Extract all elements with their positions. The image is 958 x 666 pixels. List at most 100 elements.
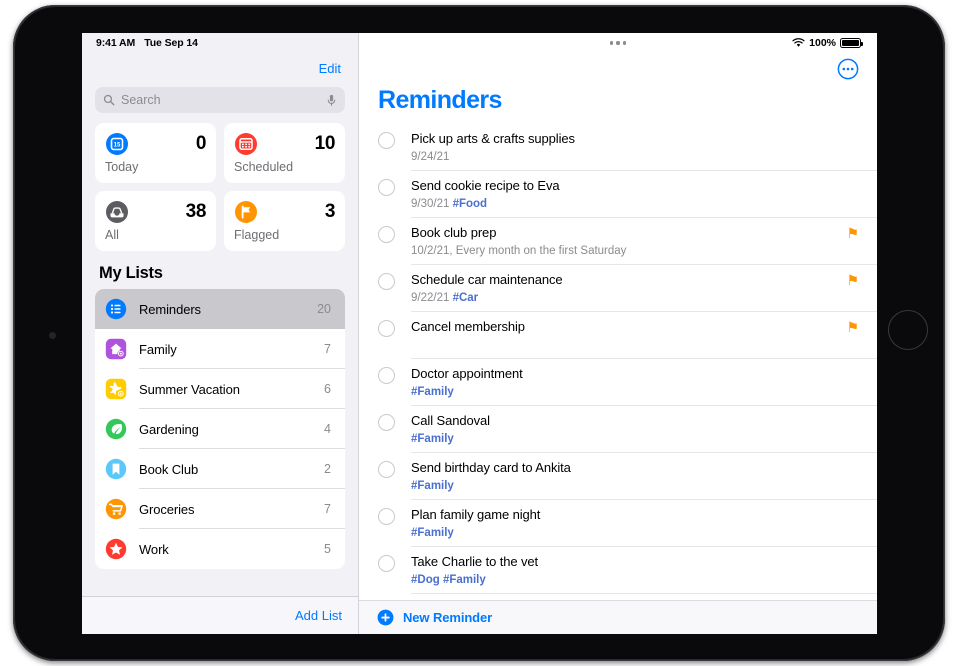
status-bar-left: 9:41 AM Tue Sep 14 <box>82 33 358 53</box>
sidebar-item-label: Work <box>139 541 169 557</box>
empty-circle-icon[interactable] <box>378 555 395 572</box>
sidebar-item-groceries[interactable]: Groceries 7 <box>95 489 345 529</box>
reminder-tags[interactable]: #Family <box>411 480 454 492</box>
main-pane: 100% Reminders Pick up arts & crafts sup… <box>359 33 877 634</box>
microphone-icon[interactable] <box>326 94 337 107</box>
front-camera <box>49 332 56 339</box>
svg-text:15: 15 <box>114 142 121 148</box>
smart-list-label: All <box>105 228 119 242</box>
empty-circle-icon[interactable] <box>378 414 395 431</box>
reminder-item[interactable]: Book club prep 10/2/21, Every month on t… <box>359 218 877 265</box>
sidebar-item-label: Family <box>139 341 177 357</box>
main-toolbar <box>359 53 877 85</box>
sidebar-item-label: Reminders <box>139 301 201 317</box>
reminder-date: 9/30/21 <box>411 198 453 210</box>
reminder-title: Cancel membership <box>411 319 525 334</box>
reminder-subtitle: #Family <box>411 526 859 540</box>
smart-list-today[interactable]: 15 0 Today <box>95 123 216 183</box>
reminder-item[interactable]: Pick up arts & crafts supplies 9/24/21 <box>359 124 877 171</box>
status-time: 9:41 AM <box>96 37 136 49</box>
reminder-subtitle: 10/2/21, Every month on the first Saturd… <box>411 244 846 258</box>
reminder-item[interactable]: Schedule car maintenance 9/22/21 #Car ⚑ <box>359 265 877 312</box>
reminder-item[interactable]: Send birthday card to Ankita #Family <box>359 453 877 500</box>
sidebar: 9:41 AM Tue Sep 14 Edit Search 15 0 Toda… <box>82 33 359 634</box>
calendar-day-icon: 15 <box>106 133 128 155</box>
sidebar-item-gardening[interactable]: Gardening 4 <box>95 409 345 449</box>
sidebar-item-label: Summer Vacation <box>139 381 240 397</box>
empty-circle-icon[interactable] <box>378 179 395 196</box>
reminder-subtitle: 9/24/21 <box>411 150 859 164</box>
search-placeholder: Search <box>121 93 161 107</box>
reminder-tags[interactable]: #Family <box>411 386 454 398</box>
airplane-icon <box>105 378 127 400</box>
smart-list-label: Flagged <box>234 228 280 242</box>
reminder-tags[interactable]: #Family <box>411 433 454 445</box>
sidebar-item-reminders[interactable]: Reminders 20 <box>95 289 345 329</box>
reminder-title: Schedule car maintenance <box>411 272 563 287</box>
sidebar-item-work[interactable]: Work 5 <box>95 529 345 569</box>
reminder-item[interactable]: Doctor appointment #Family <box>359 359 877 406</box>
reminder-title: Pick up arts & crafts supplies <box>411 131 575 146</box>
new-reminder-button[interactable]: New Reminder <box>359 600 877 634</box>
status-bar-right-area: 100% <box>359 33 877 53</box>
home-button[interactable] <box>888 310 928 350</box>
reminder-subtitle: #Dog #Family <box>411 573 859 587</box>
reminder-title: Doctor appointment <box>411 366 523 381</box>
smart-list-count: 10 <box>314 133 336 154</box>
reminder-tags[interactable]: #Family <box>411 527 454 539</box>
empty-circle-icon[interactable] <box>378 273 395 290</box>
shopping-cart-icon <box>105 498 127 520</box>
reminder-subtitle: 9/22/21 #Car <box>411 291 846 305</box>
my-lists-card: Reminders 20 Family 7 Summer Vacation 6 … <box>95 289 345 569</box>
smart-list-scheduled[interactable]: 10 Scheduled <box>224 123 345 183</box>
more-circle-icon[interactable] <box>837 58 859 80</box>
search-input[interactable]: Search <box>95 87 345 113</box>
sidebar-item-count: 7 <box>324 342 331 356</box>
reminder-item[interactable]: Send cookie recipe to Eva 9/30/21 #Food <box>359 171 877 218</box>
add-list-button[interactable]: Add List <box>295 608 342 623</box>
sidebar-item-count: 20 <box>317 302 331 316</box>
reminder-item[interactable]: Plan family game night #Family <box>359 500 877 547</box>
empty-circle-icon[interactable] <box>378 508 395 525</box>
status-date: Tue Sep 14 <box>144 37 198 49</box>
sidebar-item-summer-vacation[interactable]: Summer Vacation 6 <box>95 369 345 409</box>
sidebar-item-label: Gardening <box>139 421 199 437</box>
search-container: Search <box>82 83 358 123</box>
empty-circle-icon[interactable] <box>378 226 395 243</box>
smart-lists-grid: 15 0 Today 10 Scheduled 38 All 3 Flagged <box>82 123 358 251</box>
inbox-tray-icon <box>106 201 128 223</box>
ipad-device-frame: 9:41 AM Tue Sep 14 Edit Search 15 0 Toda… <box>13 5 945 661</box>
edit-button[interactable]: Edit <box>319 61 341 76</box>
smart-list-flagged[interactable]: 3 Flagged <box>224 191 345 251</box>
reminder-title: Send birthday card to Ankita <box>411 460 571 475</box>
flag-icon: ⚑ <box>846 272 859 288</box>
search-icon <box>103 94 115 106</box>
sidebar-item-family[interactable]: Family 7 <box>95 329 345 369</box>
empty-circle-icon[interactable] <box>378 132 395 149</box>
battery-full-icon <box>840 38 864 48</box>
reminder-tags[interactable]: #Food <box>453 198 488 210</box>
sidebar-item-book-club[interactable]: Book Club 2 <box>95 449 345 489</box>
reminder-item[interactable]: Cancel membership ⚑ <box>359 312 877 359</box>
reminder-item[interactable]: Take Charlie to the vet #Dog #Family <box>359 547 877 594</box>
status-bar-indicators: 100% <box>792 37 864 49</box>
reminder-title: Call Sandoval <box>411 413 490 428</box>
reminder-title: Plan family game night <box>411 507 541 522</box>
reminder-tags[interactable]: #Dog #Family <box>411 574 486 586</box>
sidebar-item-count: 6 <box>324 382 331 396</box>
empty-circle-icon[interactable] <box>378 367 395 384</box>
empty-circle-icon[interactable] <box>378 461 395 478</box>
battery-percent: 100% <box>809 37 836 49</box>
empty-circle-icon[interactable] <box>378 320 395 337</box>
row-divider <box>411 593 877 594</box>
sidebar-item-label: Book Club <box>139 461 199 477</box>
reminder-tags[interactable]: #Car <box>453 292 479 304</box>
reminder-subtitle: #Family <box>411 432 859 446</box>
smart-list-all[interactable]: 38 All <box>95 191 216 251</box>
sidebar-toolbar: Edit <box>82 53 358 83</box>
reminder-item[interactable]: Call Sandoval #Family <box>359 406 877 453</box>
sidebar-bottom-toolbar: Add List <box>82 596 358 634</box>
smart-list-count: 0 <box>195 133 207 154</box>
reminder-subtitle: 9/30/21 #Food <box>411 197 859 211</box>
reminder-subtitle: #Family <box>411 479 859 493</box>
